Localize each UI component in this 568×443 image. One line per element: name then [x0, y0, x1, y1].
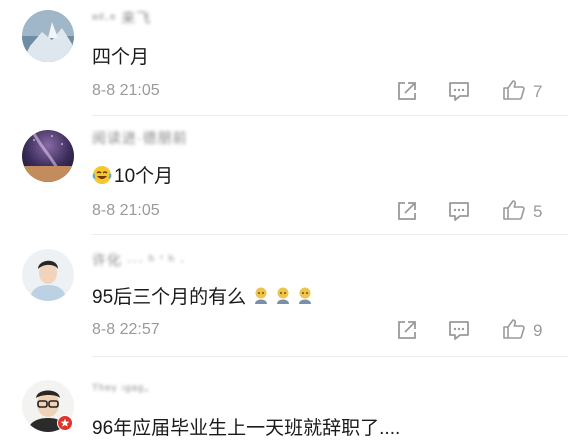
comment-time: 8-8 21:05: [92, 82, 160, 99]
thumbs-up-icon[interactable]: [502, 317, 526, 341]
comment-time: 8-8 22:57: [92, 321, 160, 338]
username[interactable]: ᵀʰᵉᵞ ᶦᵍᵃᵍ-: [92, 381, 150, 397]
doll-emoji-icon: [299, 287, 312, 304]
thumbs-up-icon[interactable]: [502, 78, 526, 102]
comment-icon[interactable]: [448, 200, 470, 222]
laugh-cry-emoji-icon: [92, 166, 112, 184]
comment-text: 10个月: [92, 161, 173, 188]
share-icon[interactable]: [396, 319, 418, 341]
like-count: 5: [533, 202, 543, 221]
avatar[interactable]: [22, 10, 74, 62]
doll-emoji-icon: [277, 287, 290, 304]
username[interactable]: 阅读进·德朋前: [92, 128, 188, 148]
verified-badge-icon: [57, 415, 73, 431]
doll-emoji-icon: [255, 287, 268, 304]
comment-time: 8-8 21:05: [92, 202, 160, 219]
like-count: 7: [533, 82, 543, 101]
thumbs-up-icon[interactable]: [502, 198, 526, 222]
username[interactable]: 许化 ··· ʰ ' ʰ ·: [92, 250, 186, 270]
comment-text: 四个月: [92, 42, 149, 69]
comment-text-body: 10个月: [114, 166, 174, 187]
share-icon[interactable]: [396, 80, 418, 102]
divider: [92, 234, 568, 235]
share-icon[interactable]: [396, 200, 418, 222]
comment-icon[interactable]: [448, 80, 470, 102]
avatar[interactable]: [22, 249, 74, 301]
avatar-image: [22, 10, 74, 62]
username[interactable]: ᵃᵈ·ᵉ 来飞: [92, 8, 151, 28]
comment-text-body: 95后三个月的有么: [92, 287, 247, 308]
divider: [92, 115, 568, 116]
comment-text-body: 四个月: [92, 47, 150, 68]
avatar[interactable]: [22, 130, 74, 182]
avatar-image: [22, 130, 74, 182]
comment-text: 96年应届毕业生上一天班就辞职了....: [92, 413, 400, 440]
divider: [92, 356, 568, 357]
like-count: 9: [533, 321, 543, 340]
comment-icon[interactable]: [448, 319, 470, 341]
comment-text: 95后三个月的有么: [92, 282, 317, 309]
comment-text-body: 96年应届毕业生上一天班就辞职了....: [92, 418, 401, 439]
avatar-image: [22, 249, 74, 301]
